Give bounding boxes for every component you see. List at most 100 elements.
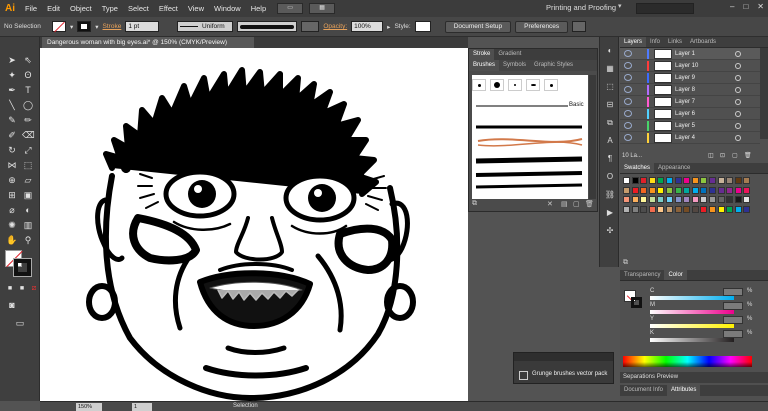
graphic-style-swatch[interactable] [414,21,431,32]
tab-color[interactable]: Color [664,270,687,280]
trash-icon[interactable]: 🗑 [585,200,594,208]
layer-row[interactable]: Layer 4 [620,132,760,144]
width-tool-icon[interactable]: ⋈ [6,159,18,171]
stroke-weight-field[interactable]: 1 pt [125,21,160,32]
color-swatch[interactable] [734,177,742,184]
brush-scrollbar[interactable] [589,75,596,199]
maximize-button[interactable]: □ [743,2,748,11]
chevron-down-icon[interactable]: ▾ [618,2,622,10]
free-transform-icon[interactable]: ⬚ [22,159,34,171]
minimize-button[interactable]: – [730,2,734,11]
transform-icon[interactable]: ⬚ [604,81,616,93]
variable-width-profile[interactable]: Uniform [177,21,234,32]
stroke-color-box[interactable] [13,258,32,277]
color-swatch[interactable] [691,196,699,203]
layers-scrollbar[interactable] [760,48,768,139]
color-swatch[interactable] [666,186,673,194]
tab-symbols[interactable]: Symbols [499,60,530,71]
artboard-field[interactable]: 1 [132,403,152,411]
brush-dot-1[interactable] [472,79,486,91]
channel-slider[interactable] [650,324,734,328]
target-circle-icon[interactable] [735,99,741,105]
color-swatch[interactable] [631,205,639,213]
layer-row[interactable]: Layer 10 [620,60,760,72]
layer-row[interactable]: Layer 8 [620,84,760,96]
menu-view[interactable]: View [183,4,209,13]
color-swatch[interactable] [631,196,639,203]
channel-slider[interactable] [650,310,734,314]
color-swatch[interactable] [700,186,708,194]
color-swatch[interactable] [691,177,699,184]
tab-transparency[interactable]: Transparency [620,270,664,280]
color-swatch[interactable] [717,205,725,213]
workspace-switcher[interactable]: Printing and Proofing [546,3,616,12]
brush-dot-3[interactable] [508,79,522,91]
visibility-eye-icon[interactable] [624,62,632,69]
trash-icon[interactable]: 🗑 [744,151,752,161]
select-similar-icon[interactable] [572,21,587,32]
color-swatch[interactable] [640,205,648,213]
bridge-icon[interactable]: ▭ [277,3,304,14]
color-swatch[interactable] [674,205,682,213]
menu-select[interactable]: Select [123,4,154,13]
make-clipping-mask-icon[interactable]: ◫ [708,151,714,161]
artboard-canvas[interactable] [40,48,468,401]
arrange-documents-icon[interactable]: ▦ [309,3,336,14]
remove-stroke-icon[interactable]: ✕ [547,200,553,208]
links-icon[interactable]: ⛓ [604,189,616,201]
color-swatch[interactable] [623,205,630,213]
visibility-eye-icon[interactable] [624,50,632,57]
color-swatch[interactable] [700,177,708,184]
close-button[interactable]: ✕ [757,2,764,11]
color-swatch[interactable] [631,177,639,184]
visibility-eye-icon[interactable] [624,110,632,117]
blob-brush-icon[interactable]: ✐ [6,129,18,141]
color-swatch[interactable] [709,177,716,184]
target-circle-icon[interactable] [735,111,741,117]
tab-appearance[interactable]: Appearance [654,163,694,173]
color-spectrum[interactable] [623,356,752,367]
color-swatch[interactable] [743,196,751,203]
stroke-swatch[interactable] [77,21,92,32]
color-swatch[interactable] [734,196,742,203]
color-swatch[interactable] [631,186,639,194]
rotate-icon[interactable]: ↻ [6,144,18,156]
channel-value-field[interactable] [723,302,743,310]
new-sublayer-icon[interactable]: ⊡ [720,151,725,161]
menu-object[interactable]: Object [65,4,97,13]
tab-gradient[interactable]: Gradient [494,49,525,60]
tab-links[interactable]: Links [664,37,686,47]
color-swatch[interactable] [709,196,716,203]
color-swatch[interactable] [700,196,708,203]
type-tool-icon[interactable]: T [22,84,34,96]
color-swatch[interactable] [623,196,630,203]
visibility-eye-icon[interactable] [624,86,632,93]
navigator-icon[interactable]: ✣ [604,225,616,237]
blend-tool-icon[interactable]: ◐ [22,204,34,216]
opentype-icon[interactable]: O [604,171,616,183]
target-circle-icon[interactable] [735,123,741,129]
symbol-sprayer-icon[interactable]: ✺ [6,219,18,231]
brush-options-icon[interactable] [301,21,320,32]
column-graph-icon[interactable]: ▥ [22,219,34,231]
layer-row[interactable]: Layer 9 [620,72,760,84]
eyedropper-icon[interactable]: ⌀ [6,204,18,216]
separations-preview-tab[interactable]: Separations Preview [620,372,768,383]
preferences-button[interactable]: Preferences [515,20,569,33]
brush-library-icon[interactable]: ⧉ [472,200,477,208]
screen-mode-icon[interactable]: ▭ [14,317,26,329]
actions-icon[interactable]: ▶ [604,207,616,219]
color-swatch[interactable] [734,205,742,213]
tab-attributes[interactable]: Attributes [667,385,701,396]
pen-tool-icon[interactable]: ✒ [6,84,18,96]
none-color-icon[interactable]: ⧄ [28,283,40,295]
tab-graphic-styles[interactable]: Graphic Styles [530,60,577,71]
graphic-styles-icon[interactable]: ▦ [604,63,616,75]
brush-dot-5[interactable] [544,79,558,91]
lasso-icon[interactable]: ʘ [22,69,34,81]
target-circle-icon[interactable] [735,51,741,57]
color-swatch[interactable] [691,205,699,213]
zoom-field[interactable]: 150% [76,403,102,411]
tab-layers[interactable]: Layers [620,37,647,47]
channel-value-field[interactable] [723,330,743,338]
